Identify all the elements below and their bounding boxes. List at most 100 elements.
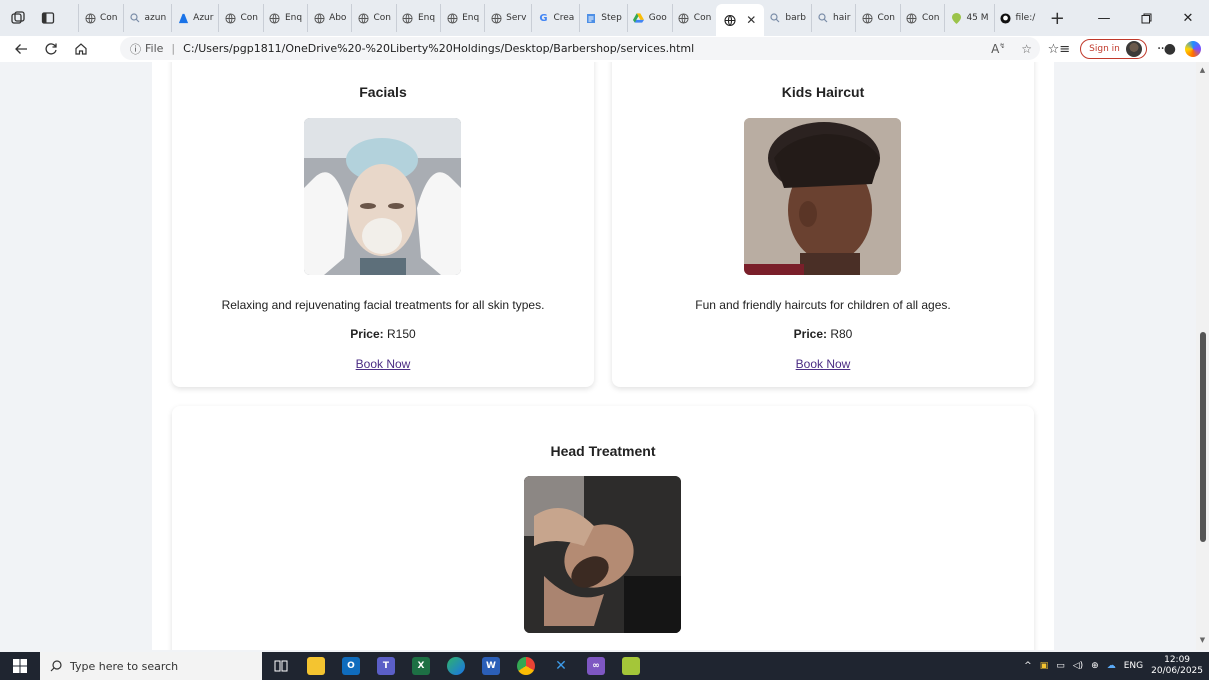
chrome-icon[interactable] — [517, 657, 535, 675]
refresh-icon — [45, 43, 57, 55]
back-arrow-icon — [15, 44, 27, 54]
teams-icon[interactable]: T — [377, 657, 395, 675]
word-icon[interactable]: W — [482, 657, 500, 675]
file-explorer-icon[interactable] — [307, 657, 325, 675]
browser-tab[interactable]: file:/ — [993, 4, 1041, 32]
clock[interactable]: 12:09 20/06/2025 — [1151, 655, 1203, 677]
lock-icon[interactable]: ▣ — [1040, 661, 1049, 671]
task-view-icon[interactable] — [272, 657, 290, 675]
back-button[interactable] — [6, 36, 36, 62]
vscode-icon[interactable]: ✕ — [552, 657, 570, 675]
price-label: Price: — [350, 327, 384, 341]
read-aloud-icon[interactable]: A↯ — [991, 42, 1005, 56]
notepad-icon[interactable] — [622, 657, 640, 675]
browser-tab[interactable]: azun — [122, 4, 172, 32]
google-icon: G — [539, 12, 548, 24]
services-container: Facials Relaxing and rejuvenating facial… — [152, 62, 1054, 650]
browser-tab[interactable]: Abo — [307, 4, 351, 32]
search-icon — [50, 660, 62, 672]
browser-tab[interactable]: Azur — [171, 4, 218, 32]
favorites-icon[interactable]: ☆≡ — [1048, 42, 1071, 57]
browser-tab[interactable]: Con — [218, 4, 263, 32]
tab-actions-icon[interactable] — [40, 10, 56, 26]
refresh-button[interactable] — [36, 36, 66, 62]
home-button[interactable] — [66, 36, 96, 62]
more-options-icon[interactable]: ··● — [1157, 41, 1176, 57]
book-now-link[interactable]: Book Now — [172, 357, 594, 371]
globe-icon — [269, 12, 281, 24]
language-indicator[interactable]: ENG — [1124, 661, 1143, 671]
price-value: R80 — [830, 327, 853, 341]
tray-overflow-icon[interactable]: ^ — [1024, 661, 1032, 671]
browser-tab[interactable]: Goo — [626, 4, 672, 32]
pin-icon — [950, 12, 962, 24]
service-title: Facials — [359, 84, 407, 100]
browser-tab[interactable]: Con — [351, 4, 396, 32]
close-window-icon[interactable]: ✕ — [1167, 0, 1209, 36]
excel-icon[interactable]: X — [412, 657, 430, 675]
browser-tab[interactable]: hair — [811, 4, 855, 32]
page-viewport: Facials Relaxing and rejuvenating facial… — [0, 62, 1196, 650]
globe-icon — [861, 12, 873, 24]
book-now-link[interactable]: Book Now — [612, 357, 1034, 371]
service-card-kids-haircut: Kids Haircut Fun and friendly haircuts f… — [612, 62, 1034, 387]
scrollbar-thumb[interactable] — [1200, 332, 1206, 542]
service-card-head-treatment: Head Treatment — [172, 406, 1034, 650]
maximize-icon[interactable] — [1125, 0, 1167, 36]
browser-tab[interactable]: Con — [671, 4, 717, 32]
drive-icon — [633, 12, 645, 24]
close-tab-icon[interactable]: ✕ — [746, 13, 756, 27]
workspaces-icon[interactable] — [10, 10, 26, 26]
browser-tab[interactable]: Step — [579, 4, 627, 32]
visual-studio-icon[interactable]: ∞ — [587, 657, 605, 675]
system-tray: ^ ▣ ▭ ◁) ⊕ ☁ ENG 12:09 20/06/2025 — [1024, 652, 1203, 680]
onedrive-icon[interactable]: ☁ — [1107, 661, 1116, 671]
globe-icon — [724, 14, 736, 26]
globe-icon — [678, 12, 690, 24]
start-button[interactable] — [0, 652, 40, 680]
taskbar-apps: O T X W ✕ ∞ — [272, 652, 640, 680]
browser-tab[interactable]: Enq — [440, 4, 484, 32]
page-scrollbar[interactable]: ▲ ▼ — [1196, 62, 1209, 650]
browser-tab[interactable]: barb — [764, 4, 811, 32]
network-icon[interactable]: ▭ — [1056, 661, 1065, 671]
favorite-star-icon[interactable]: ☆ — [1021, 42, 1032, 56]
browser-tab[interactable]: Serv — [484, 4, 531, 32]
service-description: Relaxing and rejuvenating facial treatme… — [221, 298, 545, 312]
scroll-up-icon[interactable]: ▲ — [1198, 66, 1207, 76]
new-tab-button[interactable]: + — [1044, 8, 1070, 29]
profile-avatar — [1125, 41, 1142, 57]
outlook-icon[interactable]: O — [342, 657, 360, 675]
minimize-icon[interactable]: — — [1083, 0, 1125, 36]
scroll-down-icon[interactable]: ▼ — [1198, 636, 1207, 646]
service-price: Price: R80 — [612, 327, 1034, 341]
info-icon[interactable]: ⓘ — [130, 41, 141, 57]
globe-icon — [313, 12, 325, 24]
price-label: Price: — [793, 327, 827, 341]
browser-tab[interactable]: Con — [899, 4, 945, 32]
price-value: R150 — [387, 327, 416, 341]
globe-icon[interactable]: ⊕ — [1091, 661, 1099, 671]
browser-tab[interactable]: Con — [78, 4, 123, 32]
taskbar-search[interactable]: Type here to search — [40, 652, 262, 680]
clock-time: 12:09 — [1164, 655, 1191, 665]
globe-icon — [357, 12, 369, 24]
address-bar[interactable]: ⓘ File | C:/Users/pgp1811/OneDrive%20-%2… — [120, 37, 1040, 60]
volume-icon[interactable]: ◁) — [1073, 661, 1083, 671]
url-text[interactable]: C:/Users/pgp1811/OneDrive%20-%20Liberty%… — [183, 42, 694, 55]
browser-tab[interactable]: Enq — [395, 4, 440, 32]
copilot-icon[interactable] — [1185, 41, 1201, 57]
browser-tab[interactable]: G Crea — [531, 4, 579, 32]
tabstrip-left-controls — [0, 10, 78, 26]
github-icon — [1000, 12, 1012, 24]
search-icon — [769, 12, 781, 24]
sign-in-button[interactable]: Sign in — [1080, 39, 1147, 59]
browser-tab[interactable]: Con — [855, 4, 900, 32]
browser-tab[interactable]: Enq — [262, 4, 307, 32]
browser-tab[interactable]: 45 M — [944, 4, 993, 32]
url-scheme: File — [145, 42, 164, 55]
service-card-facials: Facials Relaxing and rejuvenating facial… — [172, 62, 594, 387]
active-browser-tab[interactable]: ✕ — [716, 4, 765, 36]
globe-icon — [224, 12, 236, 24]
edge-icon[interactable] — [447, 657, 465, 675]
